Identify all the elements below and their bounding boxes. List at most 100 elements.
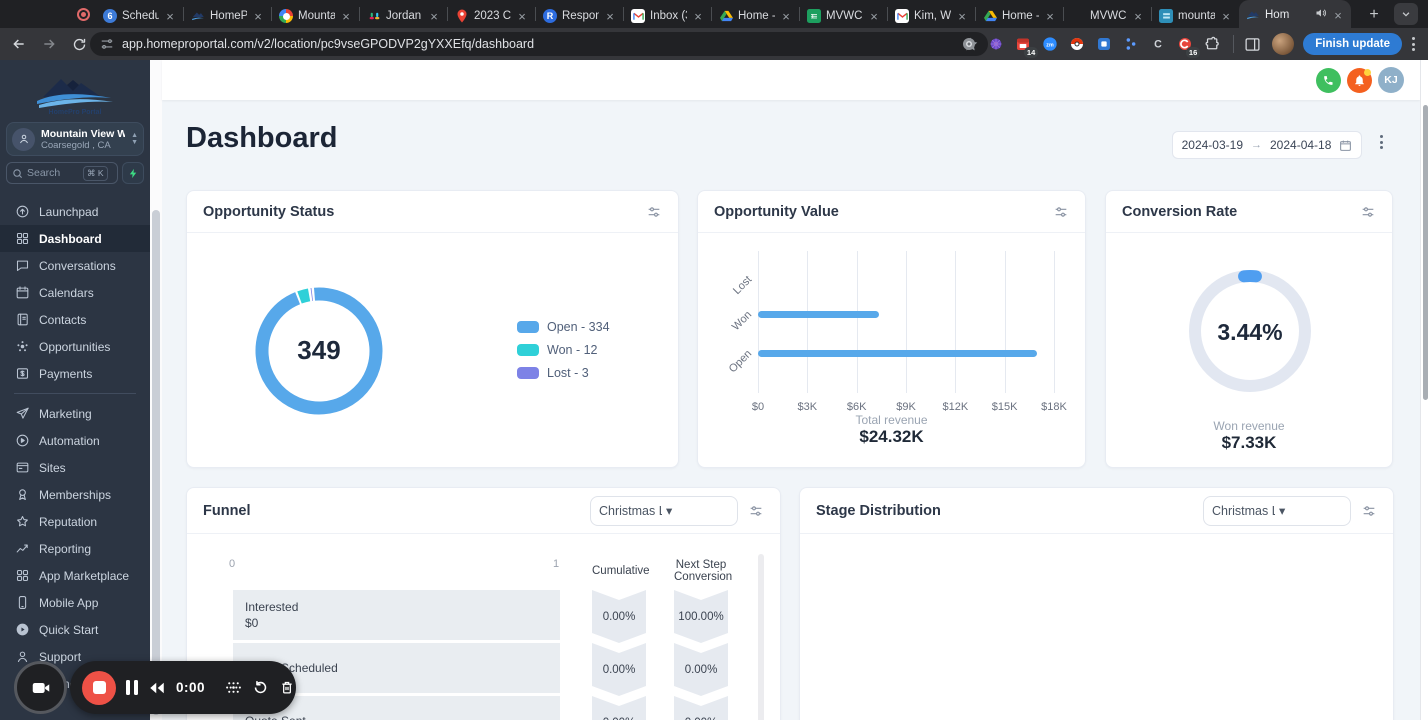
browser-tab[interactable]: 2023 Ch × [448, 4, 535, 28]
tab-close-button[interactable]: × [164, 9, 176, 24]
notifications-button[interactable] [1347, 67, 1372, 93]
tab-search-button[interactable] [1394, 3, 1418, 25]
calendar-extension[interactable]: 14 [1011, 32, 1039, 58]
funnel-scrollbar[interactable] [758, 554, 764, 720]
sidebar-item-contacts[interactable]: Contacts [0, 306, 150, 333]
sidebar-item-reputation[interactable]: Reputation [0, 508, 150, 535]
browser-tab[interactable]: MVWC A × [1064, 4, 1151, 28]
sidebar-scrollbar-thumb[interactable] [152, 210, 160, 715]
sidebar-item-launchpad[interactable]: Launchpad [0, 198, 150, 225]
card-settings-icon[interactable] [1360, 204, 1376, 220]
browser-tab[interactable]: Inbox (3 × [624, 4, 711, 28]
sidebar-item-app-marketplace[interactable]: App Marketplace [0, 562, 150, 589]
recorder-camera-button[interactable] [14, 661, 67, 714]
finish-update-button[interactable]: Finish update [1303, 33, 1402, 55]
browser-tab[interactable]: Home - × [976, 4, 1063, 28]
restart-recording-button[interactable] [252, 678, 269, 698]
browser-tab[interactable]: mountai × [1152, 4, 1239, 28]
page-scrollbar[interactable] [1420, 60, 1428, 720]
sidebar-item-memberships[interactable]: Memberships [0, 481, 150, 508]
card-settings-icon[interactable] [748, 503, 764, 519]
browser-tab-active[interactable]: Hom × [1239, 0, 1351, 28]
extensions-puzzle-button[interactable] [1200, 32, 1224, 56]
tab-close-button[interactable]: × [604, 9, 616, 24]
sidebar-item-quick-start[interactable]: Quick Start [0, 616, 150, 643]
sidebar-item-calendars[interactable]: Calendars [0, 279, 150, 306]
tab-audio-icon[interactable] [1315, 6, 1327, 24]
browser-tab[interactable]: Kim, We × [888, 4, 975, 28]
tab-close-button[interactable]: × [868, 9, 880, 24]
tab-close-button[interactable]: × [428, 9, 440, 24]
dashboard-options-button[interactable] [1374, 135, 1388, 149]
tab-close-button[interactable]: × [1332, 8, 1344, 23]
forward-button[interactable] [38, 33, 60, 55]
red-c-extension[interactable]: 16 [1173, 32, 1201, 58]
browser-tab[interactable]: Mountai × [272, 4, 359, 28]
user-avatar[interactable]: KJ [1378, 67, 1404, 93]
sidebar-item-marketing[interactable]: Marketing [0, 400, 150, 427]
sidebar-item-mobile-app[interactable]: Mobile App [0, 589, 150, 616]
sidebar-item-reporting[interactable]: Reporting [0, 535, 150, 562]
tab-close-button[interactable]: × [1220, 9, 1232, 24]
tab-close-button[interactable]: × [1132, 9, 1144, 24]
camera-extension[interactable] [957, 32, 981, 56]
recording-indicator-icon [77, 8, 90, 21]
browser-tab[interactable]: 6 Schedul × [96, 4, 183, 28]
new-tab-button[interactable]: + [1363, 4, 1385, 26]
legend-swatch [517, 367, 539, 379]
card-settings-icon[interactable] [646, 204, 662, 220]
delete-recording-button[interactable] [279, 678, 295, 698]
sidebar-item-automation[interactable]: Automation [0, 427, 150, 454]
card-settings-icon[interactable] [1361, 503, 1377, 519]
pokeball-extension[interactable] [1065, 32, 1089, 56]
browser-tab[interactable]: Jordan (× [360, 4, 447, 28]
pause-button[interactable] [126, 678, 138, 698]
reload-button[interactable] [68, 33, 90, 55]
phone-button[interactable] [1316, 67, 1341, 93]
stage-pipeline-dropdown[interactable]: Christmas Lights Intere... ▾ [1203, 495, 1351, 526]
url-bar[interactable]: app.homeproportal.com/v2/location/pc9vse… [90, 32, 988, 56]
card-settings-icon[interactable] [1053, 204, 1069, 220]
browser-tab[interactable]: Home - × [712, 4, 799, 28]
sidebar-item-sites[interactable]: Sites [0, 454, 150, 481]
search-input[interactable] [27, 167, 79, 179]
browser-tab[interactable]: HomePr × [184, 4, 271, 28]
funnel-pipeline-dropdown[interactable]: Christmas Lights Intere... ▾ [590, 495, 738, 526]
quick-actions-button[interactable] [122, 162, 144, 184]
browser-tab[interactable]: R Respons × [536, 4, 623, 28]
tab-close-button[interactable]: × [1044, 9, 1056, 24]
tab-close-button[interactable]: × [340, 9, 352, 24]
tab-close-button[interactable]: × [516, 9, 528, 24]
back-button[interactable] [8, 33, 30, 55]
stop-recording-button[interactable] [82, 670, 116, 705]
rewind-button[interactable] [148, 678, 166, 698]
sidebar-item-dashboard[interactable]: Dashboard [0, 225, 150, 252]
flower-extension[interactable] [984, 32, 1008, 56]
sidebar-scrollbar[interactable] [150, 60, 162, 720]
side-panel-button[interactable] [1240, 32, 1264, 56]
profile-avatar[interactable] [1272, 33, 1295, 55]
page-scrollbar-thumb[interactable] [1422, 105, 1428, 400]
sidebar-search[interactable]: ⌘ K [6, 162, 118, 184]
browser-tab[interactable]: MVWC × [800, 4, 887, 28]
tab-title: Inbox (3 [650, 10, 687, 22]
tab-close-button[interactable]: × [692, 9, 704, 24]
c-extension[interactable]: C [1146, 32, 1170, 56]
legend-item: Open - 334 [517, 320, 610, 334]
chevron-up-down-icon: ▲ ▼ [131, 131, 138, 146]
blue-square-extension[interactable] [1092, 32, 1116, 56]
funnel-next-step-cell: 0.00% [674, 696, 728, 720]
sidebar-item-conversations[interactable]: Conversations [0, 252, 150, 279]
browser-menu-button[interactable] [1406, 33, 1420, 55]
scatter-dots-extension[interactable] [1119, 32, 1143, 56]
location-switcher[interactable]: Mountain View Wind... Coarsegold , CA ▲▼ [6, 122, 144, 156]
tab-close-button[interactable]: × [252, 9, 264, 24]
tab-close-button[interactable]: × [956, 9, 968, 24]
sidebar-item-opportunities[interactable]: Opportunities [0, 333, 150, 360]
sidebar-item-payments[interactable]: Payments [0, 360, 150, 387]
zoom-extension[interactable]: zm [1038, 32, 1062, 56]
date-range-picker[interactable]: 2024-03-19 → 2024-04-18 [1172, 131, 1362, 159]
blur-grid-button[interactable] [225, 678, 242, 698]
site-settings-icon [101, 39, 113, 49]
tab-close-button[interactable]: × [780, 9, 792, 24]
